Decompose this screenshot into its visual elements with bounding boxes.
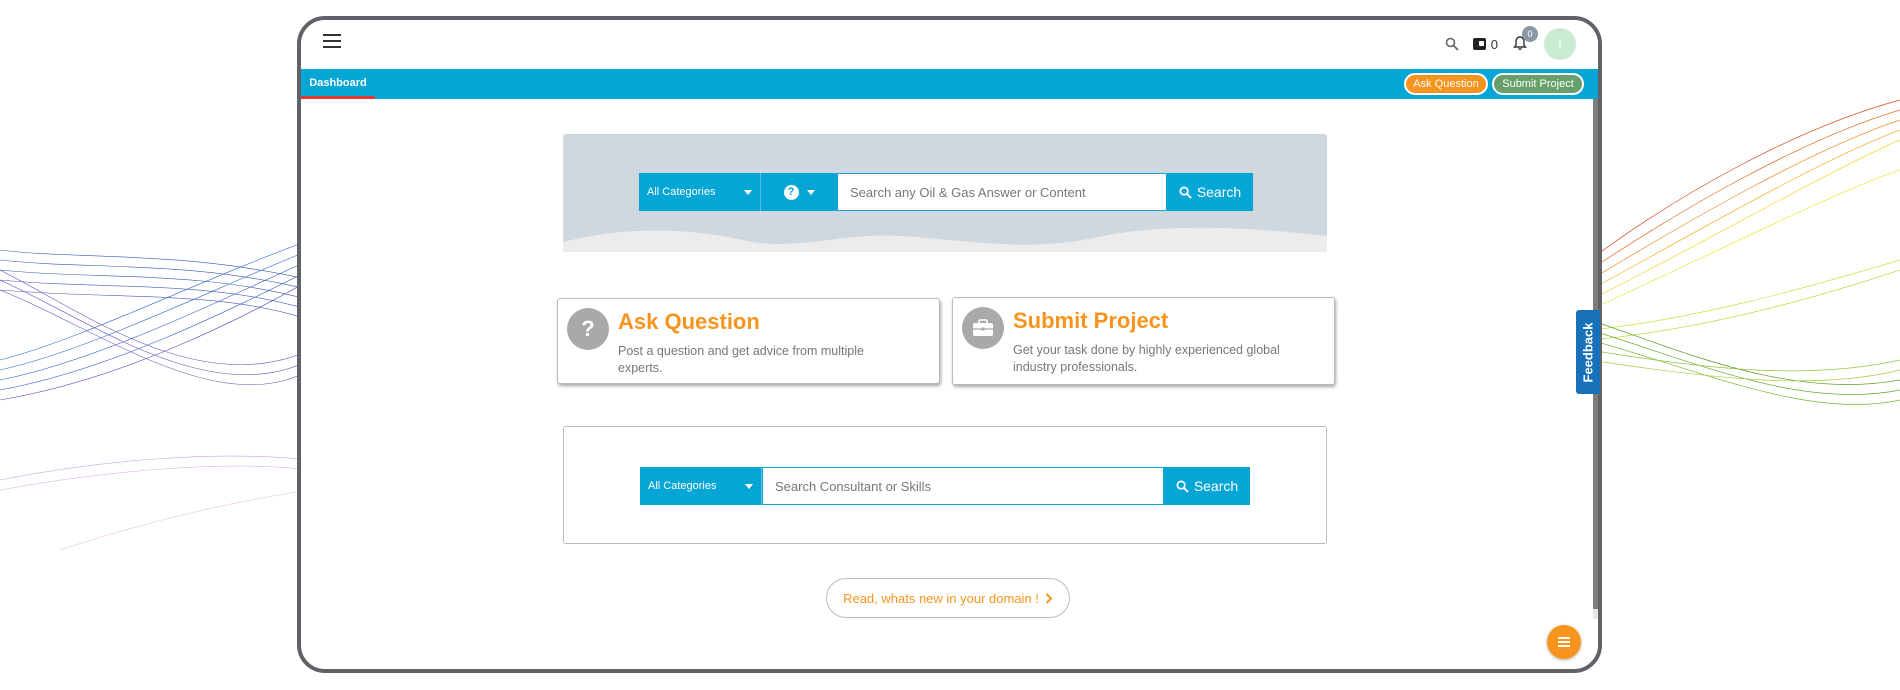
consultant-search-button[interactable]: Search: [1164, 467, 1250, 505]
whats-new-label: Read, whats new in your domain !: [843, 590, 1039, 606]
category-label: All Categories: [647, 186, 716, 198]
category-dropdown[interactable]: All Categories: [640, 467, 762, 505]
category-label: All Categories: [648, 480, 717, 492]
question-icon: ?: [783, 184, 799, 200]
consultant-search-input[interactable]: [762, 467, 1164, 505]
wallet-count: 0: [1490, 36, 1498, 52]
submit-project-card[interactable]: Submit Project Get your task done by hig…: [952, 297, 1335, 385]
submit-project-button[interactable]: Submit Project: [1492, 73, 1584, 95]
whats-new-link[interactable]: Read, whats new in your domain !: [826, 578, 1070, 618]
nav-bar: Dashboard Ask Question Submit Project: [301, 69, 1598, 99]
search-icon: [1176, 480, 1189, 493]
content-type-dropdown[interactable]: ?: [761, 173, 837, 211]
notification-badge: 0: [1522, 26, 1538, 42]
decorative-waves-left: [0, 239, 310, 551]
chevron-right-icon: [1045, 592, 1053, 604]
wallet-icon: [1472, 38, 1486, 50]
search-icon: [1179, 186, 1192, 199]
search-label: Search: [1196, 184, 1242, 200]
content-search-bar: All Categories ? Search: [639, 173, 1253, 211]
ask-question-button[interactable]: Ask Question: [1404, 73, 1488, 95]
avatar[interactable]: I: [1544, 28, 1576, 60]
top-bar: 0 0 I: [301, 20, 1598, 69]
content-search-panel: All Categories ? Search: [563, 134, 1327, 252]
browser-frame: 0 0 I Dashboard Ask Question Submit Proj…: [297, 16, 1602, 673]
card-title: Submit Project: [1013, 308, 1169, 333]
search-label: Search: [1193, 478, 1239, 494]
feedback-tab[interactable]: Feedback: [1576, 310, 1600, 394]
caret-down-icon: [744, 189, 752, 195]
hero-background-shape: [563, 227, 1327, 252]
ask-question-card[interactable]: ? Ask Question Post a question and get a…: [557, 298, 940, 384]
decorative-waves-right: [1590, 99, 1900, 405]
consultant-search-panel: All Categories Search: [563, 426, 1327, 544]
card-title: Ask Question: [618, 309, 760, 334]
question-icon: ?: [567, 308, 609, 350]
notifications[interactable]: 0: [1512, 26, 1538, 53]
menu-icon[interactable]: [323, 34, 341, 50]
content-search-input[interactable]: [837, 173, 1167, 211]
caret-down-icon: [745, 483, 753, 489]
floating-menu-button[interactable]: [1547, 625, 1581, 659]
content-search-button[interactable]: Search: [1167, 173, 1253, 211]
wallet-balance[interactable]: 0: [1472, 36, 1498, 52]
caret-down-icon: [806, 189, 815, 195]
list-icon: [1558, 635, 1570, 649]
tab-dashboard[interactable]: Dashboard: [301, 69, 375, 99]
card-description: Post a question and get advice from mult…: [618, 344, 864, 375]
category-dropdown[interactable]: All Categories: [639, 173, 761, 211]
feedback-label: Feedback: [1580, 322, 1596, 382]
briefcase-icon: [962, 307, 1004, 349]
search-icon[interactable]: [1445, 37, 1459, 51]
card-description: Get your task done by highly experienced…: [1013, 343, 1280, 374]
consultant-search-bar: All Categories Search: [640, 467, 1250, 505]
